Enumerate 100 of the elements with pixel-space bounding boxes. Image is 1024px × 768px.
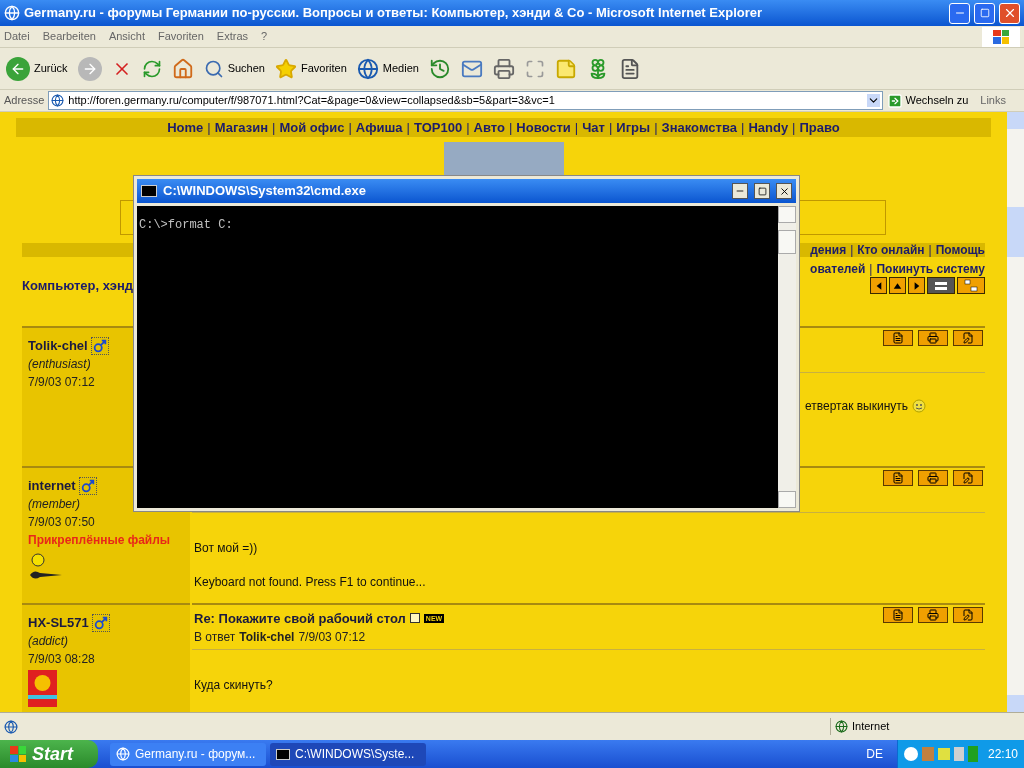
search-icon bbox=[203, 58, 224, 79]
go-button[interactable]: Wechseln zu bbox=[886, 92, 969, 109]
console-line: C:\>format C: bbox=[139, 217, 234, 234]
menu-item[interactable]: Ansicht bbox=[108, 28, 145, 45]
restore-button[interactable] bbox=[974, 2, 995, 24]
vertical-scrollbar[interactable] bbox=[1007, 112, 1024, 712]
toolbar-button[interactable]: Suchen bbox=[203, 58, 265, 79]
post-title: Re: Покажите свой рабочий стол bbox=[194, 609, 406, 628]
menu-item[interactable]: Extras bbox=[216, 28, 249, 45]
printer-icon bbox=[927, 471, 939, 484]
post-date: 7/9/03 08:28 bbox=[28, 651, 96, 668]
separator: | bbox=[574, 118, 579, 137]
address-label: Adresse bbox=[4, 93, 45, 109]
separator: | bbox=[608, 118, 613, 137]
pencil-document-icon bbox=[962, 331, 974, 344]
nav-link[interactable]: Игры bbox=[616, 117, 651, 138]
post-date: 7/9/03 07:12 bbox=[28, 374, 96, 391]
menu-item[interactable]: Favoriten bbox=[158, 28, 204, 45]
edit-button[interactable] bbox=[953, 606, 983, 623]
nav-link[interactable]: Home bbox=[167, 117, 204, 138]
toolbar-button[interactable] bbox=[141, 58, 162, 79]
reply-author-link[interactable]: Tolik-chel bbox=[239, 628, 295, 646]
nav-link[interactable]: Авто bbox=[473, 117, 505, 138]
toolbar-button[interactable]: Zurück bbox=[6, 56, 68, 81]
edit-button[interactable] bbox=[953, 469, 983, 486]
toolbar-button[interactable]: Medien bbox=[356, 57, 419, 80]
print-button[interactable] bbox=[918, 606, 948, 623]
post-date: 7/9/03 07:50 bbox=[28, 514, 96, 531]
taskbar-button[interactable]: C:\WINDOWS\Syste... bbox=[270, 742, 426, 766]
nav-link[interactable]: Помощь bbox=[935, 241, 985, 259]
nav-link[interactable]: Право bbox=[799, 117, 840, 138]
browser-icon bbox=[116, 747, 130, 761]
separator: | bbox=[272, 118, 276, 137]
minimize-button[interactable] bbox=[732, 183, 748, 199]
separator: | bbox=[508, 118, 513, 137]
view-nav-button[interactable] bbox=[927, 277, 955, 295]
view-nav-button[interactable] bbox=[889, 277, 906, 295]
maximize-button[interactable] bbox=[754, 183, 770, 199]
nav-link[interactable]: Магазин bbox=[214, 117, 269, 138]
author-rank: (addict) bbox=[28, 633, 69, 650]
windows-logo-icon bbox=[982, 26, 1020, 47]
separator: | bbox=[741, 118, 745, 137]
menu-item[interactable]: Bearbeiten bbox=[42, 28, 96, 45]
scroll-thumb[interactable] bbox=[1007, 207, 1024, 257]
window-title: Germany.ru - форумы Германии по-русски. Вопросы и ответы: Компьютер, хэнди & Co - Microsoft Internet Explorer bbox=[24, 4, 764, 23]
separator: | bbox=[654, 118, 658, 137]
quote-reply-button[interactable] bbox=[883, 469, 913, 486]
scroll-thumb[interactable] bbox=[778, 230, 796, 254]
print-button[interactable] bbox=[918, 469, 948, 486]
nav-link[interactable]: ователей bbox=[810, 260, 866, 278]
separator: | bbox=[928, 242, 932, 259]
nav-link[interactable]: Покинуть систему bbox=[876, 260, 985, 278]
post-text: Keyboard not found. Press F1 to continue... bbox=[194, 573, 426, 591]
nav-link[interactable]: Кто онлайн bbox=[857, 241, 925, 259]
nav-link[interactable]: Чат bbox=[582, 117, 605, 138]
author-name[interactable]: HX-SL571 bbox=[28, 612, 89, 632]
taskbar-button[interactable]: Germany.ru - форум... bbox=[110, 742, 266, 766]
toolbar-button[interactable] bbox=[428, 57, 451, 80]
tray-app-icon[interactable] bbox=[937, 748, 950, 760]
view-nav-button[interactable] bbox=[870, 277, 887, 295]
globe-icon bbox=[835, 720, 848, 733]
star-icon bbox=[274, 57, 297, 80]
document-icon bbox=[892, 608, 904, 621]
menu-item[interactable]: Datei bbox=[4, 28, 30, 45]
nav-link[interactable]: Новости bbox=[516, 117, 571, 138]
nav-link[interactable]: Знакомства bbox=[661, 117, 737, 138]
nav-link[interactable]: Афиша bbox=[355, 117, 403, 138]
links-label[interactable]: Links bbox=[980, 92, 1006, 109]
quote-reply-button[interactable] bbox=[883, 606, 913, 623]
emblem-avatar bbox=[28, 670, 57, 707]
toolbar-button[interactable] bbox=[171, 57, 194, 80]
toolbar-button[interactable] bbox=[492, 57, 515, 80]
nav-link[interactable]: Handy bbox=[748, 117, 789, 138]
console-icon bbox=[141, 185, 157, 197]
view-nav-button[interactable] bbox=[908, 277, 925, 295]
address-field[interactable]: http://foren.germany.ru/computer/f/987071.html?Cat=&page=0&view=collapsed&sb=5&part=3&vc=1 bbox=[48, 91, 883, 110]
pencil-document-icon bbox=[962, 471, 974, 484]
nav-link[interactable]: TOP100 bbox=[414, 117, 463, 138]
separator: | bbox=[792, 118, 796, 137]
author-name[interactable]: Tolik-chel bbox=[28, 335, 88, 355]
clock: 22:10 bbox=[987, 746, 1018, 763]
nav-link[interactable]: Мой офис bbox=[279, 117, 345, 138]
nav-link[interactable]: дения bbox=[810, 241, 847, 259]
separator: | bbox=[850, 242, 854, 259]
language-indicator[interactable]: DE bbox=[866, 745, 883, 763]
edit-button[interactable] bbox=[953, 329, 983, 346]
menu-item[interactable]: ? bbox=[261, 28, 268, 45]
close-button[interactable] bbox=[776, 183, 792, 199]
quote-reply-button[interactable] bbox=[883, 329, 913, 346]
document-icon bbox=[892, 471, 904, 484]
console-scrollbar[interactable] bbox=[778, 206, 796, 508]
toolbar-button[interactable]: Favoriten bbox=[274, 57, 347, 80]
view-nav-button[interactable] bbox=[957, 277, 985, 295]
author-name[interactable]: internet bbox=[28, 475, 76, 495]
document-icon bbox=[892, 331, 904, 344]
post-text: Вот мой =)) bbox=[194, 539, 258, 557]
print-button[interactable] bbox=[918, 329, 948, 346]
forum-title: Компьютер, хэнд bbox=[22, 277, 134, 295]
post-text: Куда скинуть? bbox=[194, 676, 273, 694]
page-icon bbox=[4, 719, 18, 734]
